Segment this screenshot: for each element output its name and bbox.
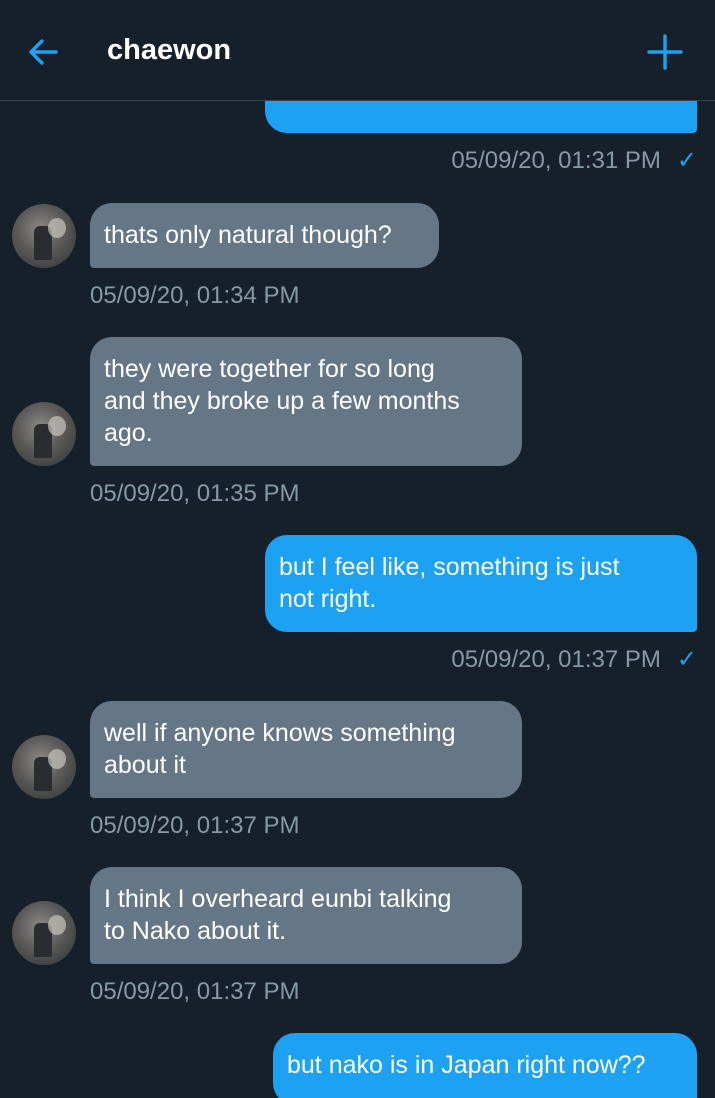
message-bubble-received[interactable]: they were together for so long and they … bbox=[90, 337, 522, 466]
avatar[interactable] bbox=[12, 735, 76, 799]
message-timestamp: 05/09/20, 01:31 PM ✓ bbox=[451, 147, 697, 174]
message-thread[interactable]: 05/09/20, 01:31 PM ✓ thats only natural t… bbox=[0, 101, 715, 1098]
avatar[interactable] bbox=[12, 901, 76, 965]
message-timestamp: 05/09/20, 01:37 PM ✓ bbox=[451, 646, 697, 673]
sent-check-icon: ✓ bbox=[676, 646, 697, 673]
sent-check-icon: ✓ bbox=[676, 147, 697, 174]
back-button[interactable] bbox=[22, 30, 66, 74]
arrow-left-icon bbox=[29, 39, 58, 65]
message-bubble-received[interactable]: well if anyone knows something about it bbox=[90, 701, 522, 798]
add-button[interactable] bbox=[643, 30, 687, 74]
plus-icon bbox=[647, 34, 683, 70]
conversation-header: chaewon bbox=[0, 0, 715, 101]
message-timestamp: 05/09/20, 01:34 PM bbox=[90, 282, 300, 309]
message-bubble-sent[interactable]: but nako is in Japan right now?? bbox=[273, 1033, 697, 1098]
message-bubble-sent-partial[interactable] bbox=[265, 101, 697, 133]
message-timestamp: 05/09/20, 01:35 PM bbox=[90, 480, 300, 507]
avatar[interactable] bbox=[12, 204, 76, 268]
message-bubble-received[interactable]: thats only natural though? bbox=[90, 203, 439, 268]
message-bubble-sent[interactable]: but I feel like, something is just not r… bbox=[265, 535, 697, 632]
message-timestamp: 05/09/20, 01:37 PM bbox=[90, 978, 300, 1005]
message-bubble-received[interactable]: I think I overheard eunbi talking to Nak… bbox=[90, 867, 522, 964]
avatar[interactable] bbox=[12, 402, 76, 466]
message-timestamp: 05/09/20, 01:37 PM bbox=[90, 812, 300, 839]
conversation-title: chaewon bbox=[107, 34, 232, 66]
